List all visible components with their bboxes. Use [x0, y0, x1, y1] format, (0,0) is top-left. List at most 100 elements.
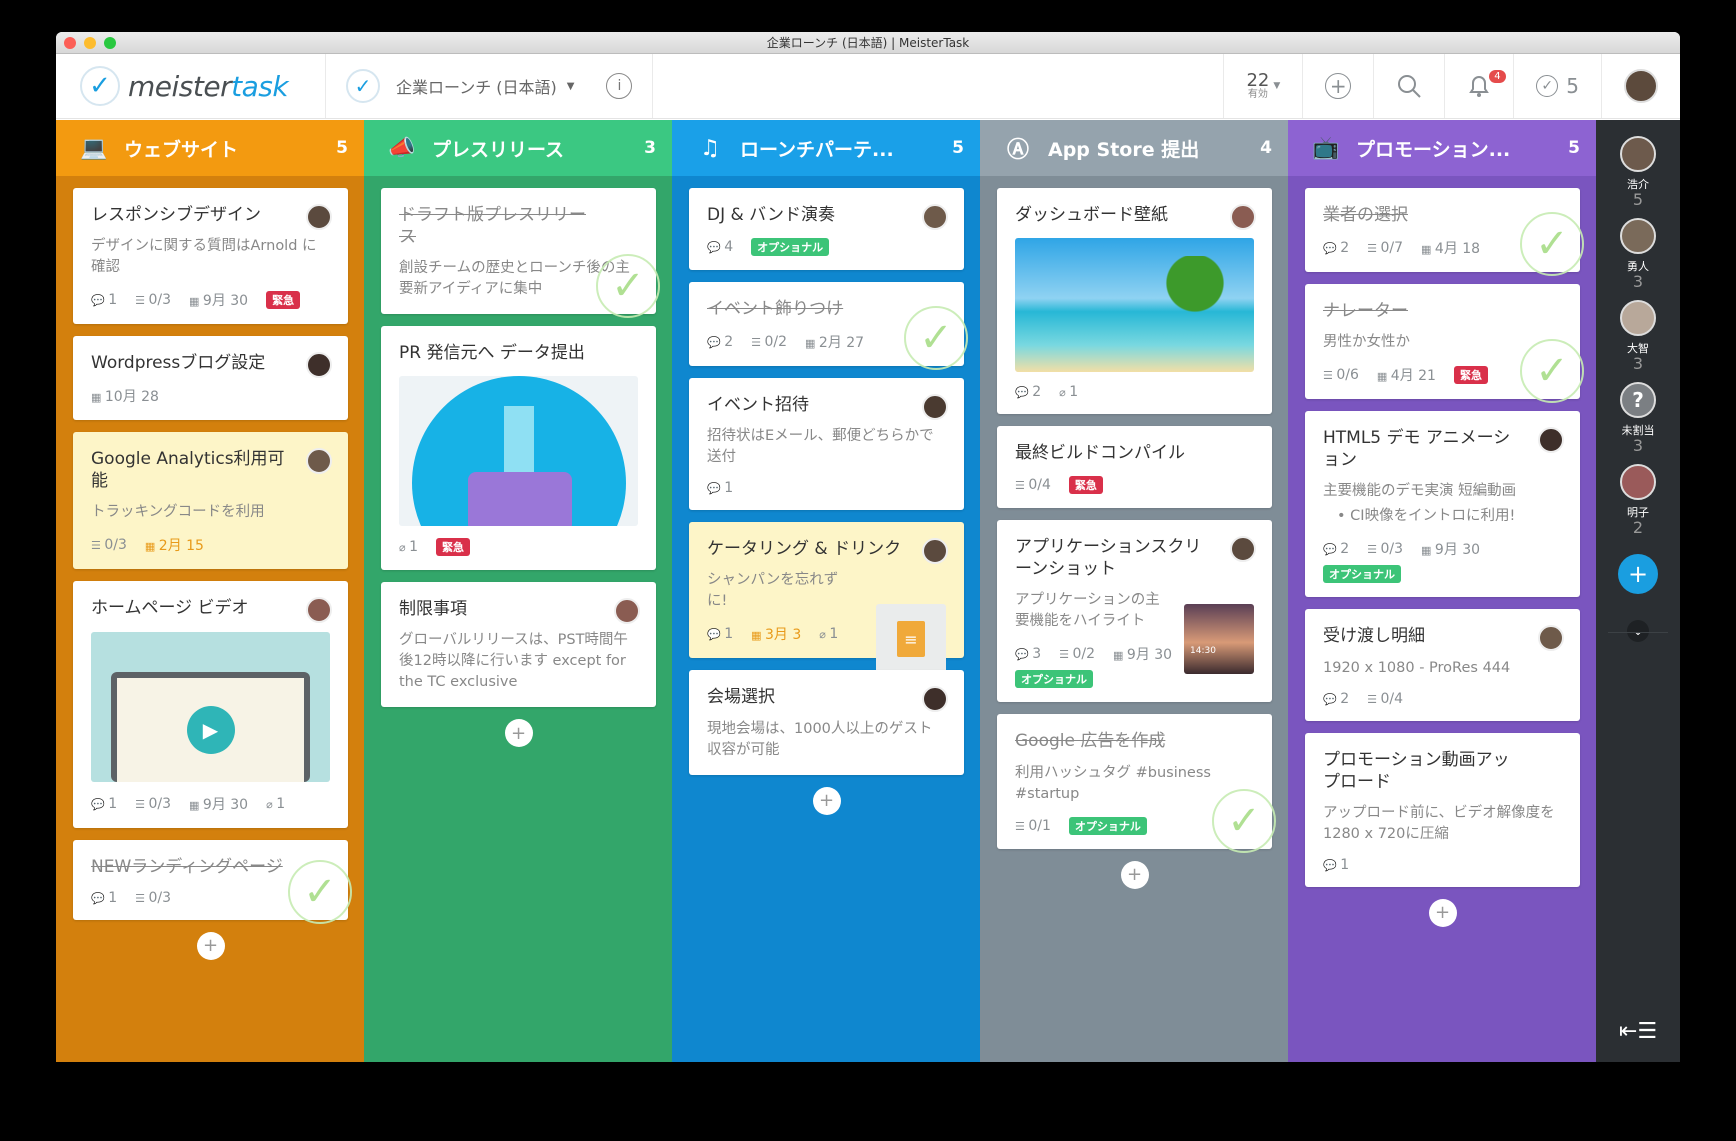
- task-card[interactable]: 会場選択 現地会場は、1000人以上のゲスト収容が可能: [689, 670, 964, 775]
- active-tasks-filter[interactable]: 22 有効 ▼: [1223, 54, 1302, 118]
- tag-label[interactable]: オプショナル: [751, 238, 830, 257]
- wallpaper-image[interactable]: [1015, 238, 1254, 373]
- assignee-avatar[interactable]: [306, 448, 332, 475]
- comment-icon: 💬: [1015, 648, 1033, 662]
- assignee-avatar[interactable]: [306, 204, 332, 230]
- task-card[interactable]: ダッシュボード壁紙 💬 2 ⌀ 1: [997, 188, 1272, 415]
- assignee-avatar[interactable]: [306, 352, 332, 379]
- music-icon: ♫: [700, 135, 720, 161]
- task-card[interactable]: PR 発信元へ データ提出 ⌀ 1 緊急: [381, 326, 656, 571]
- task-description: 主要機能のデモ実演 短編動画: [1323, 483, 1517, 500]
- pier-thumbnail[interactable]: 14:30: [1184, 604, 1254, 675]
- card-list: ダッシュボード壁紙 💬 2 ⌀ 1 最終ビルドコンパイル ☰ 0/4 緊急アプリケーション…: [980, 176, 1288, 889]
- add-task-button[interactable]: +: [1302, 54, 1373, 118]
- done-count: 5: [1566, 74, 1579, 98]
- comment-icon: 💬: [91, 797, 109, 811]
- task-card[interactable]: NEWランディングページ 💬 1 ☰ 0/3 ✓: [73, 839, 352, 924]
- completed-check-icon[interactable]: ✓: [904, 306, 968, 371]
- add-card-button[interactable]: +: [1428, 898, 1457, 927]
- assignee-avatar[interactable]: [1230, 204, 1256, 230]
- member-item[interactable]: ? 未割当 3: [1620, 382, 1656, 454]
- add-card-button[interactable]: +: [812, 786, 841, 815]
- assignee-avatar[interactable]: [1230, 536, 1256, 563]
- column-header[interactable]: 💻 ウェブサイト 5: [56, 120, 364, 176]
- column-header[interactable]: 📺 プロモーション... 5: [1288, 120, 1596, 176]
- add-card-button[interactable]: +: [504, 719, 533, 748]
- task-card[interactable]: ナレーター 男性か女性か ☰ 0/6 ▦ 4月 21 緊急 ✓: [1305, 284, 1584, 404]
- tag-label[interactable]: オプショナル: [1015, 670, 1093, 689]
- task-card[interactable]: イベント招待 招待状はEメール、郵便どちらかで送付 💬 1: [689, 378, 964, 511]
- completed-tasks-button[interactable]: ✓ 5: [1513, 54, 1601, 118]
- collapse-sidebar-icon[interactable]: ⇤☰: [1619, 1019, 1657, 1044]
- tag-label[interactable]: 緊急: [1068, 476, 1103, 495]
- task-card[interactable]: 制限事項 グローバルリリースは、PST時間午後12時以降に行います except …: [381, 582, 656, 708]
- completed-check-icon[interactable]: ✓: [288, 859, 352, 924]
- assignee-avatar[interactable]: [614, 598, 640, 625]
- doc-file-icon: ≡: [897, 621, 925, 658]
- video-thumbnail[interactable]: ▶: [91, 631, 330, 782]
- play-icon[interactable]: ▶: [186, 705, 235, 754]
- attachment-preview[interactable]: ≡: [876, 604, 946, 675]
- checklist-progress: 0/3: [1380, 541, 1404, 558]
- assignee-avatar[interactable]: [1538, 625, 1564, 652]
- column: ♫ ローンチパーテ... 5 DJ & バンド演奏 💬 4 オプショナルイベント飾りつけ 💬…: [672, 120, 980, 1062]
- chevron-down-icon[interactable]: ⌄: [1627, 620, 1649, 642]
- tag-label[interactable]: オプショナル: [1323, 565, 1401, 584]
- task-card[interactable]: Google Analytics利用可能 トラッキングコードを利用 ☰ 0/3 ▦ 2…: [73, 432, 348, 570]
- tag-label[interactable]: 緊急: [266, 291, 301, 310]
- task-card[interactable]: 最終ビルドコンパイル ☰ 0/4 緊急: [997, 426, 1272, 509]
- add-member-button[interactable]: +: [1618, 554, 1658, 594]
- assignee-avatar[interactable]: [922, 204, 948, 230]
- due-date-group: ▦ 2月 15: [145, 535, 204, 555]
- add-card-button[interactable]: +: [196, 931, 225, 960]
- column-header[interactable]: 📣 プレスリリース 3: [364, 120, 672, 176]
- checklist-progress: 0/7: [1380, 240, 1404, 257]
- tag-label[interactable]: オプショナル: [1068, 816, 1147, 835]
- document-icon: [467, 472, 572, 527]
- calendar-icon: ▦: [1113, 649, 1127, 663]
- member-item[interactable]: 大智 3: [1620, 300, 1656, 372]
- info-icon[interactable]: i: [606, 73, 633, 99]
- task-card[interactable]: Google 広告を作成 利用ハッシュタグ #business #startup ☰…: [997, 714, 1276, 853]
- minimize-window-button[interactable]: [84, 37, 96, 49]
- completed-check-icon[interactable]: ✓: [1520, 339, 1584, 404]
- assignee-avatar[interactable]: [306, 597, 332, 624]
- add-card-button[interactable]: +: [1120, 860, 1149, 889]
- task-card[interactable]: 業者の選択 💬 2 ☰ 0/7 ▦ 4月 18 ✓: [1305, 188, 1584, 277]
- assignee-avatar[interactable]: [922, 686, 948, 713]
- notifications-button[interactable]: 4: [1444, 54, 1513, 118]
- task-card[interactable]: プロモーション動画アップロード アップロード前に、ビデオ解像度を1280 x 72…: [1305, 732, 1580, 887]
- completed-check-icon[interactable]: ✓: [1212, 788, 1276, 853]
- task-card[interactable]: アプリケーションスクリーンショット アプリケーションの主要機能をハイライト 14:3…: [997, 520, 1272, 703]
- zoom-window-button[interactable]: [104, 37, 116, 49]
- completed-check-icon[interactable]: ✓: [596, 254, 660, 319]
- task-card[interactable]: Wordpressブログ設定 ▦ 10月 28: [73, 336, 348, 421]
- comment-count: 2: [1340, 690, 1350, 707]
- task-card[interactable]: HTML5 デモ アニメーション 主要機能のデモ実演 短編動画 • CI映像をイント…: [1305, 411, 1580, 598]
- close-window-button[interactable]: [64, 37, 76, 49]
- member-item[interactable]: 勇人 3: [1620, 218, 1656, 290]
- completed-check-icon[interactable]: ✓: [1520, 212, 1584, 277]
- assignee-avatar[interactable]: [922, 394, 948, 421]
- column-header[interactable]: Ⓐ App Store 提出 4: [980, 120, 1288, 176]
- tag-label[interactable]: 緊急: [436, 538, 471, 557]
- logo[interactable]: ✓ meistertask: [56, 54, 326, 118]
- assignee-avatar[interactable]: [1538, 427, 1564, 454]
- task-card[interactable]: ケータリング & ドリンク シャンパンを忘れずに! ≡ 💬 1 ▦ 3月 3 ⌀ 1: [689, 522, 964, 675]
- task-card[interactable]: レスポンシブデザイン デザインに関する質問はArnold に確認 💬 1 ☰ 0/3 ▦…: [73, 188, 348, 325]
- search-button[interactable]: [1373, 54, 1444, 118]
- tag-label[interactable]: 緊急: [1453, 366, 1488, 385]
- task-card[interactable]: ドラフト版プレスリリース 創設チームの歴史とローンチ後の主要新アイディアに集中 ✓: [381, 188, 660, 319]
- task-card[interactable]: イベント飾りつけ 💬 2 ☰ 0/2 ▦ 2月 27 ✓: [689, 282, 968, 371]
- task-card[interactable]: DJ & バンド演奏 💬 4 オプショナル: [689, 188, 964, 271]
- attachment-count: 1: [1069, 384, 1079, 401]
- task-card[interactable]: 受け渡し明細 1920 x 1080 - ProRes 444 💬 2 ☰ 0/4: [1305, 609, 1580, 721]
- assignee-avatar[interactable]: [922, 538, 948, 565]
- thumbnail-time: 14:30: [1190, 646, 1216, 657]
- column-header[interactable]: ♫ ローンチパーテ... 5: [672, 120, 980, 176]
- member-item[interactable]: 明子 2: [1620, 464, 1656, 536]
- user-menu[interactable]: [1601, 54, 1680, 118]
- member-item[interactable]: 浩介 5: [1620, 136, 1656, 208]
- task-card[interactable]: ホームページ ビデオ ▶ 💬 1 ☰ 0/3 ▦ 9月 30 ⌀ 1: [73, 581, 348, 828]
- project-selector[interactable]: ✓ 企業ローンチ (日本語) ▼ i: [326, 54, 654, 118]
